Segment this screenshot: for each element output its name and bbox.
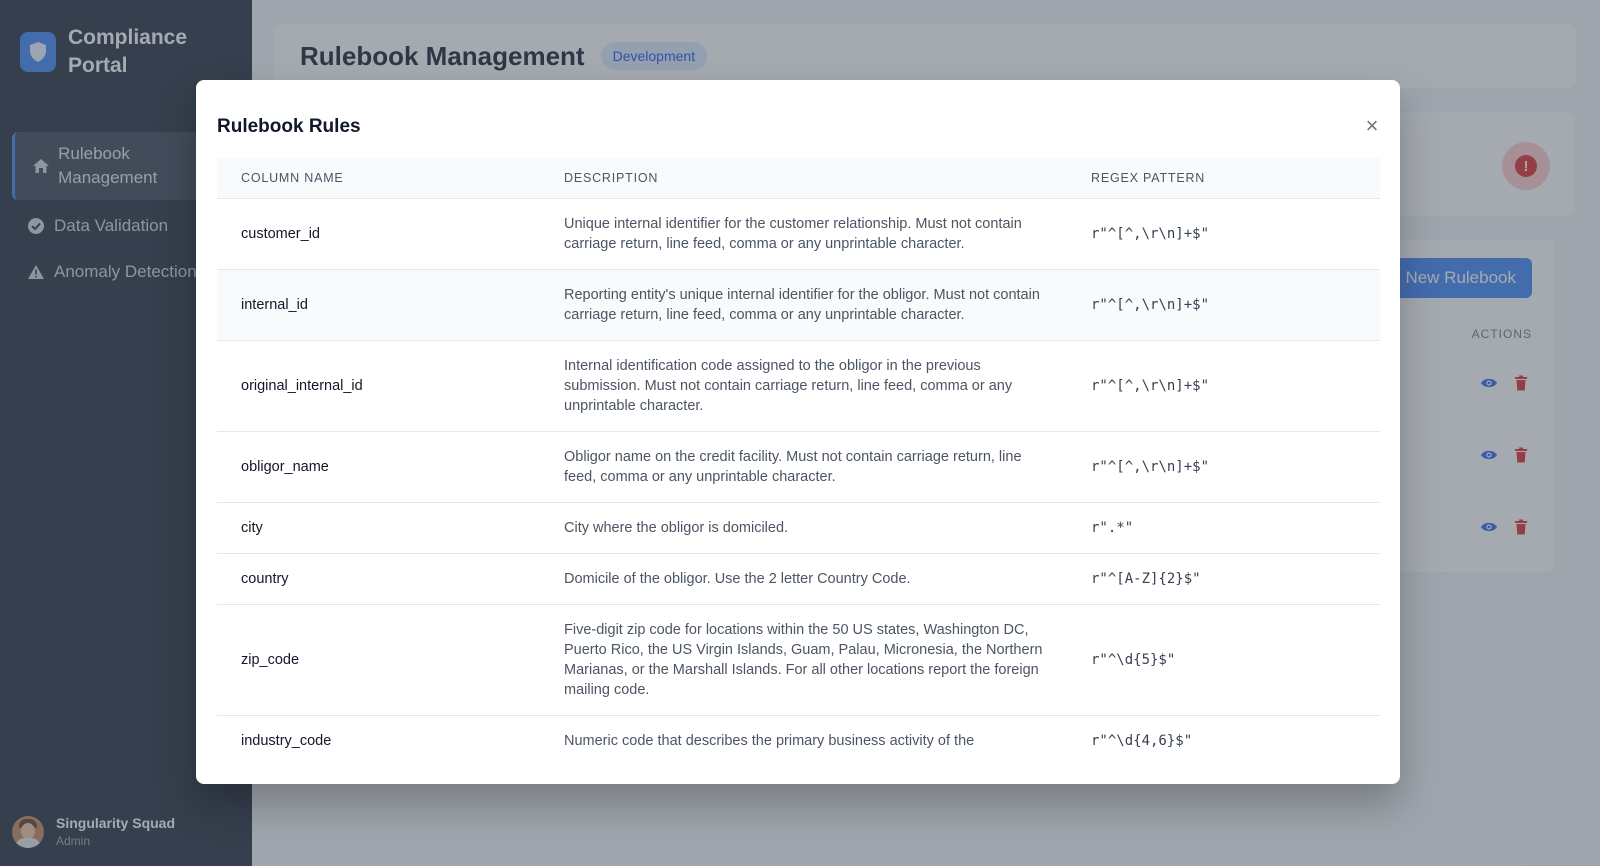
column-header-description: DESCRIPTION [540,158,1067,198]
rule-description: Unique internal identifier for the custo… [564,215,1022,252]
rules-table-container[interactable]: COLUMN NAME DESCRIPTION REGEX PATTERN cu… [217,158,1380,764]
table-row: internal_id Reporting entity's unique in… [217,269,1380,340]
rule-column-name: industry_code [241,732,332,749]
table-row: original_internal_id Internal identifica… [217,340,1380,431]
rule-column-name: zip_code [241,651,300,668]
rule-description: Five-digit zip code for locations within… [564,621,1043,698]
rule-column-name: customer_id [241,225,320,242]
rule-column-name: country [241,570,289,587]
rule-column-name: obligor_name [241,458,329,475]
rule-description: Reporting entity's unique internal ident… [564,286,1040,323]
table-row: zip_code Five-digit zip code for locatio… [217,604,1380,715]
table-row: country Domicile of the obligor. Use the… [217,553,1380,604]
rule-description: City where the obligor is domiciled. [564,519,789,536]
table-row: customer_id Unique internal identifier f… [217,198,1380,269]
rule-column-name: city [241,519,263,536]
rule-regex: r"^\d{4,6}$" [1091,732,1193,749]
rule-description: Domicile of the obligor. Use the 2 lette… [564,570,911,587]
table-row: obligor_name Obligor name on the credit … [217,431,1380,502]
rule-regex: r"^[A-Z]{2}$" [1091,570,1201,587]
rule-regex: r"^[^,\r\n]+$" [1091,225,1210,242]
rule-column-name: original_internal_id [241,377,363,394]
rule-regex: r".*" [1091,519,1134,536]
rule-regex: r"^[^,\r\n]+$" [1091,458,1210,475]
table-row: city City where the obligor is domiciled… [217,502,1380,553]
column-header-name: COLUMN NAME [217,158,540,198]
column-header-regex: REGEX PATTERN [1067,158,1380,198]
table-row: industry_code Numeric code that describe… [217,715,1380,764]
rule-regex: r"^[^,\r\n]+$" [1091,377,1210,394]
rule-description: Internal identification code assigned to… [564,357,1013,414]
rule-description: Obligor name on the credit facility. Mus… [564,448,1022,485]
rule-regex: r"^[^,\r\n]+$" [1091,296,1210,313]
close-button[interactable]: × [1360,114,1384,138]
rule-column-name: internal_id [241,296,308,313]
rules-table: COLUMN NAME DESCRIPTION REGEX PATTERN cu… [217,158,1380,764]
modal-title: Rulebook Rules [217,116,361,137]
rule-description: Numeric code that describes the primary … [564,732,975,749]
rulebook-rules-modal: Rulebook Rules × COLUMN NAME DESCRIPTION… [196,80,1400,784]
rule-regex: r"^\d{5}$" [1091,651,1176,668]
